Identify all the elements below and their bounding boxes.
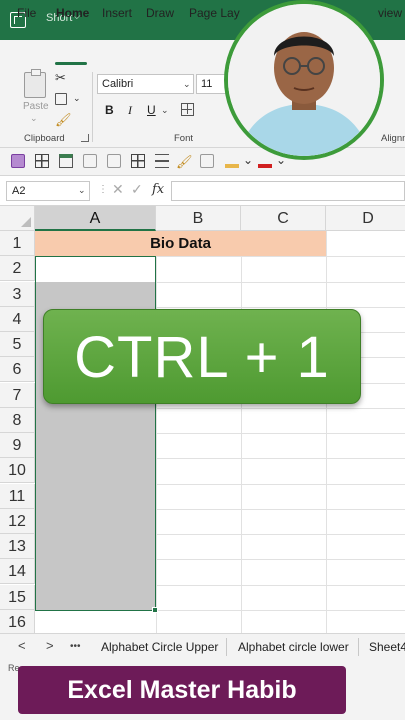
paste-icon[interactable] <box>24 69 46 98</box>
copy-chevron-icon[interactable]: ⌄ <box>73 93 81 104</box>
fill-handle[interactable] <box>152 607 158 613</box>
font-color-icon[interactable] <box>258 154 272 168</box>
paste-button-label[interactable]: Paste <box>23 101 49 112</box>
row-header[interactable]: 9 <box>0 433 35 458</box>
column-header-d[interactable]: D <box>326 206 405 231</box>
more-sheets-button[interactable]: ••• <box>70 641 81 652</box>
lock-cell-icon[interactable] <box>107 154 121 168</box>
underline-button[interactable]: U <box>147 103 156 117</box>
tab-review[interactable]: view <box>378 6 402 20</box>
row-header[interactable]: 1 <box>0 231 35 256</box>
column-header-b[interactable]: B <box>156 206 241 231</box>
row-header[interactable]: 5 <box>0 332 35 357</box>
cut-icon[interactable]: ✂ <box>55 70 66 86</box>
tab-home[interactable]: Home <box>56 6 89 20</box>
shortcut-badge: CTRL + 1 <box>43 309 361 404</box>
formula-input[interactable] <box>171 181 405 201</box>
paste-chevron-icon[interactable]: ⌄ <box>30 113 38 124</box>
tab-separator <box>358 638 359 656</box>
font-name-select[interactable]: Calibri <box>97 74 194 94</box>
font-group-label: Font <box>174 133 194 144</box>
clipboard-group-label: Clipboard <box>24 133 65 144</box>
row-header[interactable]: 8 <box>0 408 35 433</box>
row-header[interactable]: 14 <box>0 559 35 584</box>
tab-file[interactable]: File <box>17 6 36 20</box>
prev-sheet-button[interactable]: < <box>18 638 26 653</box>
person-avatar-icon <box>228 4 380 156</box>
merge-cells-icon[interactable] <box>131 154 145 168</box>
copy-icon[interactable] <box>55 93 67 105</box>
channel-banner: Excel Master Habib <box>18 666 346 714</box>
sheet-tab-sheet4[interactable]: Sheet4 <box>369 640 405 654</box>
row-header[interactable]: 15 <box>0 585 35 610</box>
insert-rows-icon[interactable] <box>155 154 169 168</box>
borders-icon[interactable] <box>181 103 194 116</box>
format-painter-icon[interactable]: 🖌 <box>176 154 193 169</box>
tab-insert[interactable]: Insert <box>102 6 132 20</box>
title-cell-bio-data[interactable]: Bio Data <box>35 231 326 256</box>
row-header[interactable]: 7 <box>0 383 35 408</box>
fill-color-chevron-icon[interactable]: ⌄ <box>243 153 253 167</box>
sheet-tab-alphabet-circle-lower[interactable]: Alphabet circle lower <box>238 640 349 654</box>
bold-button[interactable]: B <box>105 103 114 117</box>
gridline <box>241 231 242 633</box>
fill-color-icon[interactable] <box>225 154 239 168</box>
clear-format-icon[interactable] <box>83 154 97 168</box>
confirm-entry-icon[interactable]: ✓ <box>131 181 143 198</box>
underline-chevron-icon[interactable]: ⌄ <box>161 105 169 116</box>
tab-separator <box>226 638 227 656</box>
more-options-icon[interactable]: ⋮ <box>98 184 108 195</box>
insert-table-icon[interactable] <box>59 154 73 168</box>
row-header[interactable]: 2 <box>0 256 35 281</box>
ribbon-separator <box>92 72 93 142</box>
alignment-group-label: Alignm <box>381 133 405 144</box>
row-header[interactable]: 16 <box>0 610 35 635</box>
italic-button[interactable]: I <box>128 103 132 118</box>
select-all-corner[interactable] <box>0 206 35 231</box>
row-header[interactable]: 10 <box>0 458 35 483</box>
presenter-avatar <box>224 0 384 160</box>
column-header-a[interactable]: A <box>35 206 156 231</box>
active-tab-indicator <box>55 62 87 65</box>
gridline <box>156 231 157 633</box>
row-header[interactable]: 6 <box>0 357 35 382</box>
next-sheet-button[interactable]: > <box>46 638 54 653</box>
row-header[interactable]: 11 <box>0 484 35 509</box>
row-header[interactable]: 3 <box>0 282 35 307</box>
sort-filter-icon[interactable] <box>200 154 214 168</box>
tab-draw[interactable]: Draw <box>146 6 174 20</box>
row-header[interactable]: 13 <box>0 534 35 559</box>
row-header[interactable]: 12 <box>0 509 35 534</box>
save-icon[interactable] <box>11 154 25 168</box>
chevron-down-icon[interactable]: ⌄ <box>78 185 86 196</box>
tab-page-layout[interactable]: Page Lay <box>189 6 240 20</box>
all-borders-icon[interactable] <box>35 154 49 168</box>
column-header-c[interactable]: C <box>241 206 326 231</box>
format-painter-icon[interactable]: 🖌 <box>55 112 72 128</box>
row-header[interactable]: 4 <box>0 307 35 332</box>
chevron-down-icon[interactable]: ⌄ <box>183 79 191 90</box>
gridline <box>326 231 327 633</box>
insert-function-icon[interactable]: fx <box>152 182 164 197</box>
dialog-launcher-icon[interactable] <box>81 134 89 142</box>
cancel-entry-icon[interactable]: ✕ <box>112 181 124 198</box>
sheet-tab-alphabet-circle-upper[interactable]: Alphabet Circle Upper <box>101 640 218 654</box>
